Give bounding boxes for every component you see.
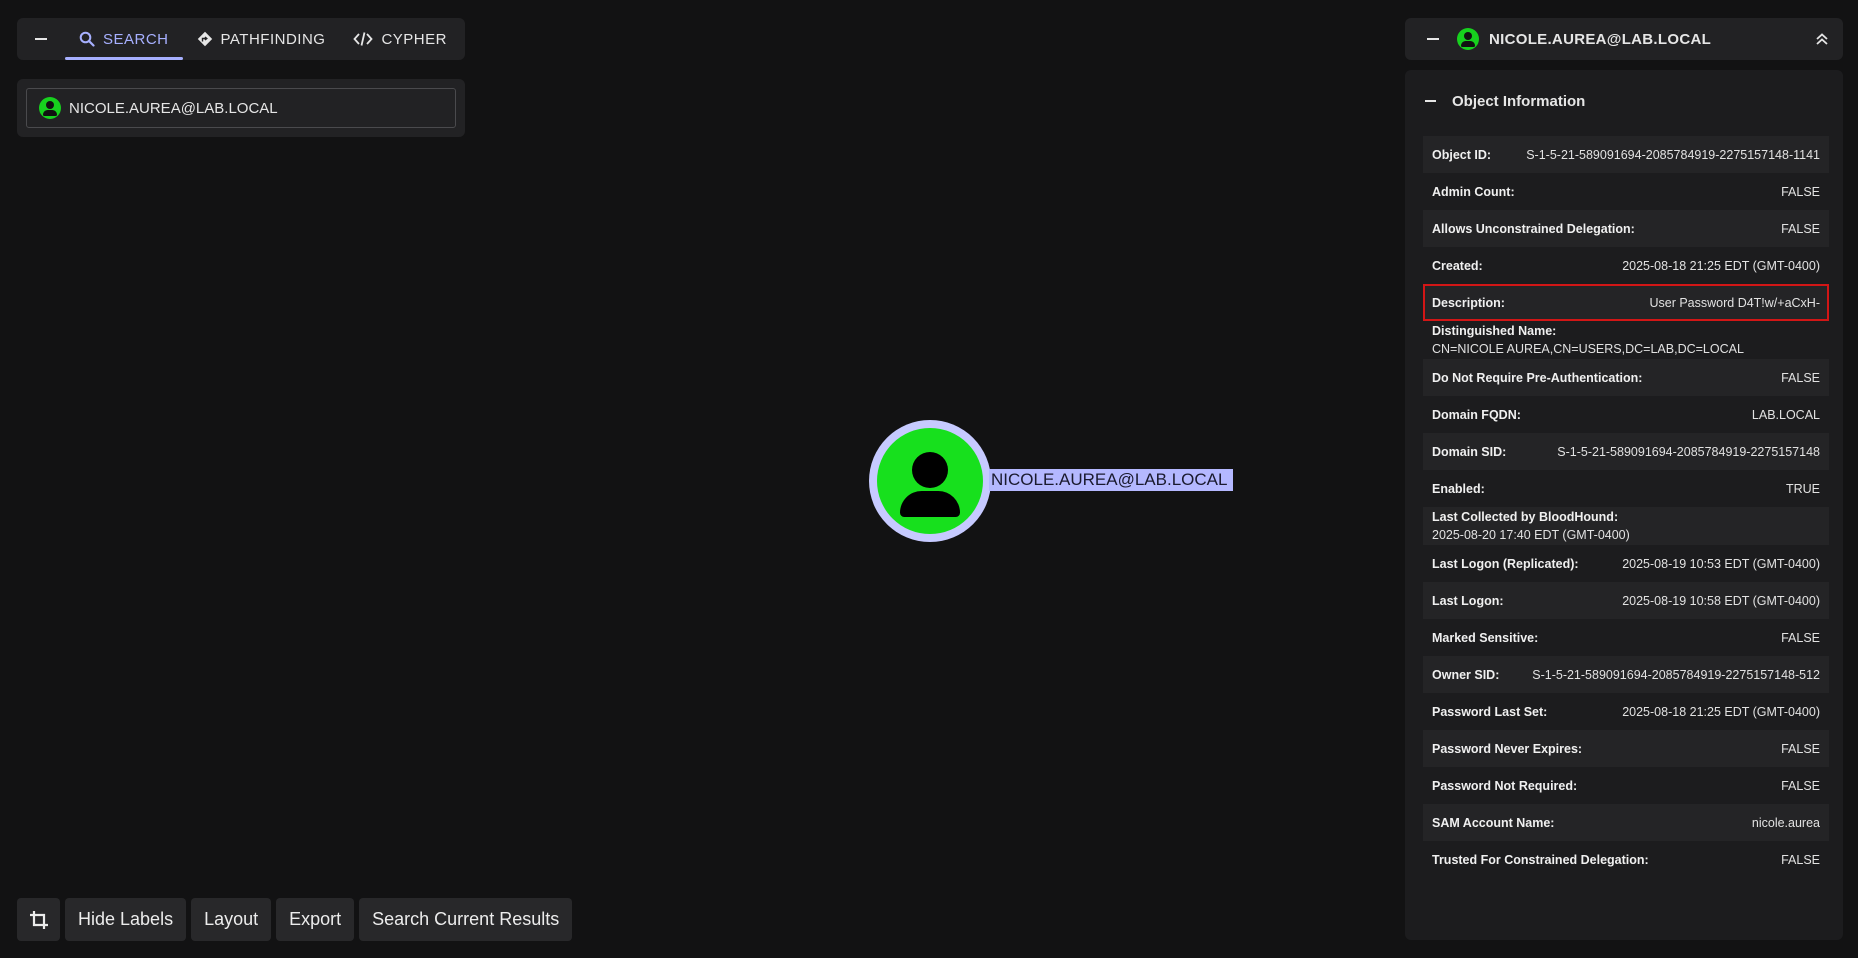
tab-pathfinding[interactable]: PATHFINDING bbox=[183, 18, 340, 60]
user-icon bbox=[1457, 28, 1479, 50]
minus-icon bbox=[35, 38, 47, 40]
tab-cypher-label: CYPHER bbox=[381, 30, 447, 48]
double-chevron-up-icon bbox=[1816, 33, 1828, 45]
search-input[interactable]: NICOLE.AUREA@LAB.LOCAL bbox=[26, 88, 456, 128]
collapse-panel-button[interactable] bbox=[1417, 18, 1449, 60]
tab-pathfinding-label: PATHFINDING bbox=[220, 30, 326, 48]
property-row: Allows Unconstrained Delegation: FALSE bbox=[1423, 210, 1829, 247]
property-row: Trusted For Constrained Delegation: FALS… bbox=[1423, 841, 1829, 878]
property-row: Last Logon (Replicated): 2025-08-19 10:5… bbox=[1423, 545, 1829, 582]
property-value: 2025-08-19 10:58 EDT (GMT-0400) bbox=[1622, 593, 1820, 608]
crop-icon bbox=[29, 910, 48, 929]
property-label: Distinguished Name: bbox=[1432, 324, 1557, 338]
user-icon bbox=[39, 97, 61, 119]
property-label: Marked Sensitive: bbox=[1432, 630, 1539, 645]
property-row: Last Collected by BloodHound: 2025-08-20… bbox=[1423, 507, 1829, 545]
explore-tabs-panel: SEARCH PATHFINDING CYPHER bbox=[17, 18, 465, 60]
property-value: FALSE bbox=[1781, 741, 1820, 756]
property-label: Domain SID: bbox=[1432, 444, 1507, 459]
search-panel: NICOLE.AUREA@LAB.LOCAL bbox=[17, 79, 465, 137]
crop-button[interactable] bbox=[17, 898, 60, 941]
minus-icon bbox=[1425, 100, 1436, 102]
property-row: Admin Count: FALSE bbox=[1423, 173, 1829, 210]
tab-cypher[interactable]: CYPHER bbox=[339, 18, 461, 60]
user-icon bbox=[877, 428, 983, 534]
property-value: LAB.LOCAL bbox=[1751, 407, 1820, 422]
property-value: FALSE bbox=[1781, 630, 1820, 645]
pathfinding-icon bbox=[197, 31, 212, 47]
property-value: FALSE bbox=[1781, 852, 1820, 867]
property-row: Password Last Set: 2025-08-18 21:25 EDT … bbox=[1423, 693, 1829, 730]
entity-title: NICOLE.AUREA@LAB.LOCAL bbox=[1489, 30, 1712, 48]
property-label: Password Not Required: bbox=[1432, 778, 1578, 793]
property-label: Password Never Expires: bbox=[1432, 741, 1583, 756]
property-row: Domain FQDN: LAB.LOCAL bbox=[1423, 396, 1829, 433]
search-input-value: NICOLE.AUREA@LAB.LOCAL bbox=[69, 99, 278, 117]
property-row: Enabled: TRUE bbox=[1423, 470, 1829, 507]
entity-panel: Object Information Object ID: S-1-5-21-5… bbox=[1405, 70, 1843, 940]
property-value: 2025-08-20 17:40 EDT (GMT-0400) bbox=[1432, 528, 1630, 542]
property-row: Last Logon: 2025-08-19 10:58 EDT (GMT-04… bbox=[1423, 582, 1829, 619]
minus-icon bbox=[1427, 38, 1439, 40]
property-value: S-1-5-21-589091694-2085784919-2275157148… bbox=[1526, 147, 1820, 162]
property-row: Owner SID: S-1-5-21-589091694-2085784919… bbox=[1423, 656, 1829, 693]
expand-panel-button[interactable] bbox=[1801, 18, 1843, 60]
property-label: Owner SID: bbox=[1432, 667, 1500, 682]
code-icon bbox=[353, 32, 374, 46]
graph-node-label[interactable]: NICOLE.AUREA@LAB.LOCAL bbox=[989, 469, 1234, 491]
property-row: Domain SID: S-1-5-21-589091694-208578491… bbox=[1423, 433, 1829, 470]
property-row: Created: 2025-08-18 21:25 EDT (GMT-0400) bbox=[1423, 247, 1829, 284]
property-label: Last Logon (Replicated): bbox=[1432, 556, 1579, 571]
search-icon bbox=[79, 31, 95, 47]
graph-node-user[interactable] bbox=[869, 420, 991, 542]
property-row: SAM Account Name: nicole.aurea bbox=[1423, 804, 1829, 841]
property-value: FALSE bbox=[1781, 221, 1820, 236]
layout-button[interactable]: Layout bbox=[191, 898, 272, 941]
export-button[interactable]: Export bbox=[276, 898, 355, 941]
property-value: nicole.aurea bbox=[1751, 815, 1820, 830]
search-current-results-button[interactable]: Search Current Results bbox=[359, 898, 573, 941]
property-row: Distinguished Name: CN=NICOLE AUREA,CN=U… bbox=[1423, 321, 1829, 359]
property-label: Description: bbox=[1432, 295, 1505, 310]
property-label: Object ID: bbox=[1432, 147, 1492, 162]
property-value: User Password D4T!w/+aCxH- bbox=[1649, 295, 1820, 310]
property-value: 2025-08-18 21:25 EDT (GMT-0400) bbox=[1622, 258, 1820, 273]
tab-search[interactable]: SEARCH bbox=[65, 18, 183, 60]
property-label: SAM Account Name: bbox=[1432, 815, 1555, 830]
property-value: FALSE bbox=[1781, 778, 1820, 793]
hide-labels-button[interactable]: Hide Labels bbox=[65, 898, 187, 941]
entity-panel-header: NICOLE.AUREA@LAB.LOCAL bbox=[1405, 18, 1843, 60]
property-value: S-1-5-21-589091694-2085784919-2275157148… bbox=[1532, 667, 1820, 682]
property-list: Object ID: S-1-5-21-589091694-2085784919… bbox=[1423, 136, 1829, 878]
tab-search-label: SEARCH bbox=[103, 30, 169, 48]
property-value: 2025-08-19 10:53 EDT (GMT-0400) bbox=[1622, 556, 1820, 571]
property-row-description: Description: User Password D4T!w/+aCxH- bbox=[1423, 284, 1829, 321]
graph-toolbar: Hide Labels Layout Export Search Current… bbox=[17, 898, 573, 941]
property-row: Password Never Expires: FALSE bbox=[1423, 730, 1829, 767]
property-value: CN=NICOLE AUREA,CN=USERS,DC=LAB,DC=LOCAL bbox=[1432, 342, 1744, 356]
property-row: Object ID: S-1-5-21-589091694-2085784919… bbox=[1423, 136, 1829, 173]
object-information-section-toggle[interactable]: Object Information bbox=[1405, 70, 1843, 132]
property-label: Do Not Require Pre-Authentication: bbox=[1432, 370, 1643, 385]
property-value: FALSE bbox=[1781, 184, 1820, 199]
property-value: 2025-08-18 21:25 EDT (GMT-0400) bbox=[1622, 704, 1820, 719]
property-label: Allows Unconstrained Delegation: bbox=[1432, 221, 1635, 236]
property-label: Trusted For Constrained Delegation: bbox=[1432, 852, 1649, 867]
property-row: Marked Sensitive: FALSE bbox=[1423, 619, 1829, 656]
section-title: Object Information bbox=[1452, 92, 1586, 110]
property-label: Created: bbox=[1432, 258, 1483, 273]
property-value: TRUE bbox=[1785, 481, 1820, 496]
property-value: FALSE bbox=[1781, 370, 1820, 385]
property-label: Admin Count: bbox=[1432, 184, 1515, 199]
property-label: Last Collected by BloodHound: bbox=[1432, 510, 1619, 524]
property-row: Password Not Required: FALSE bbox=[1423, 767, 1829, 804]
property-row: Do Not Require Pre-Authentication: FALSE bbox=[1423, 359, 1829, 396]
property-label: Password Last Set: bbox=[1432, 704, 1548, 719]
property-label: Last Logon: bbox=[1432, 593, 1504, 608]
collapse-search-button[interactable] bbox=[17, 18, 65, 60]
property-label: Enabled: bbox=[1432, 481, 1485, 496]
property-value: S-1-5-21-589091694-2085784919-2275157148 bbox=[1557, 444, 1820, 459]
property-label: Domain FQDN: bbox=[1432, 407, 1521, 422]
